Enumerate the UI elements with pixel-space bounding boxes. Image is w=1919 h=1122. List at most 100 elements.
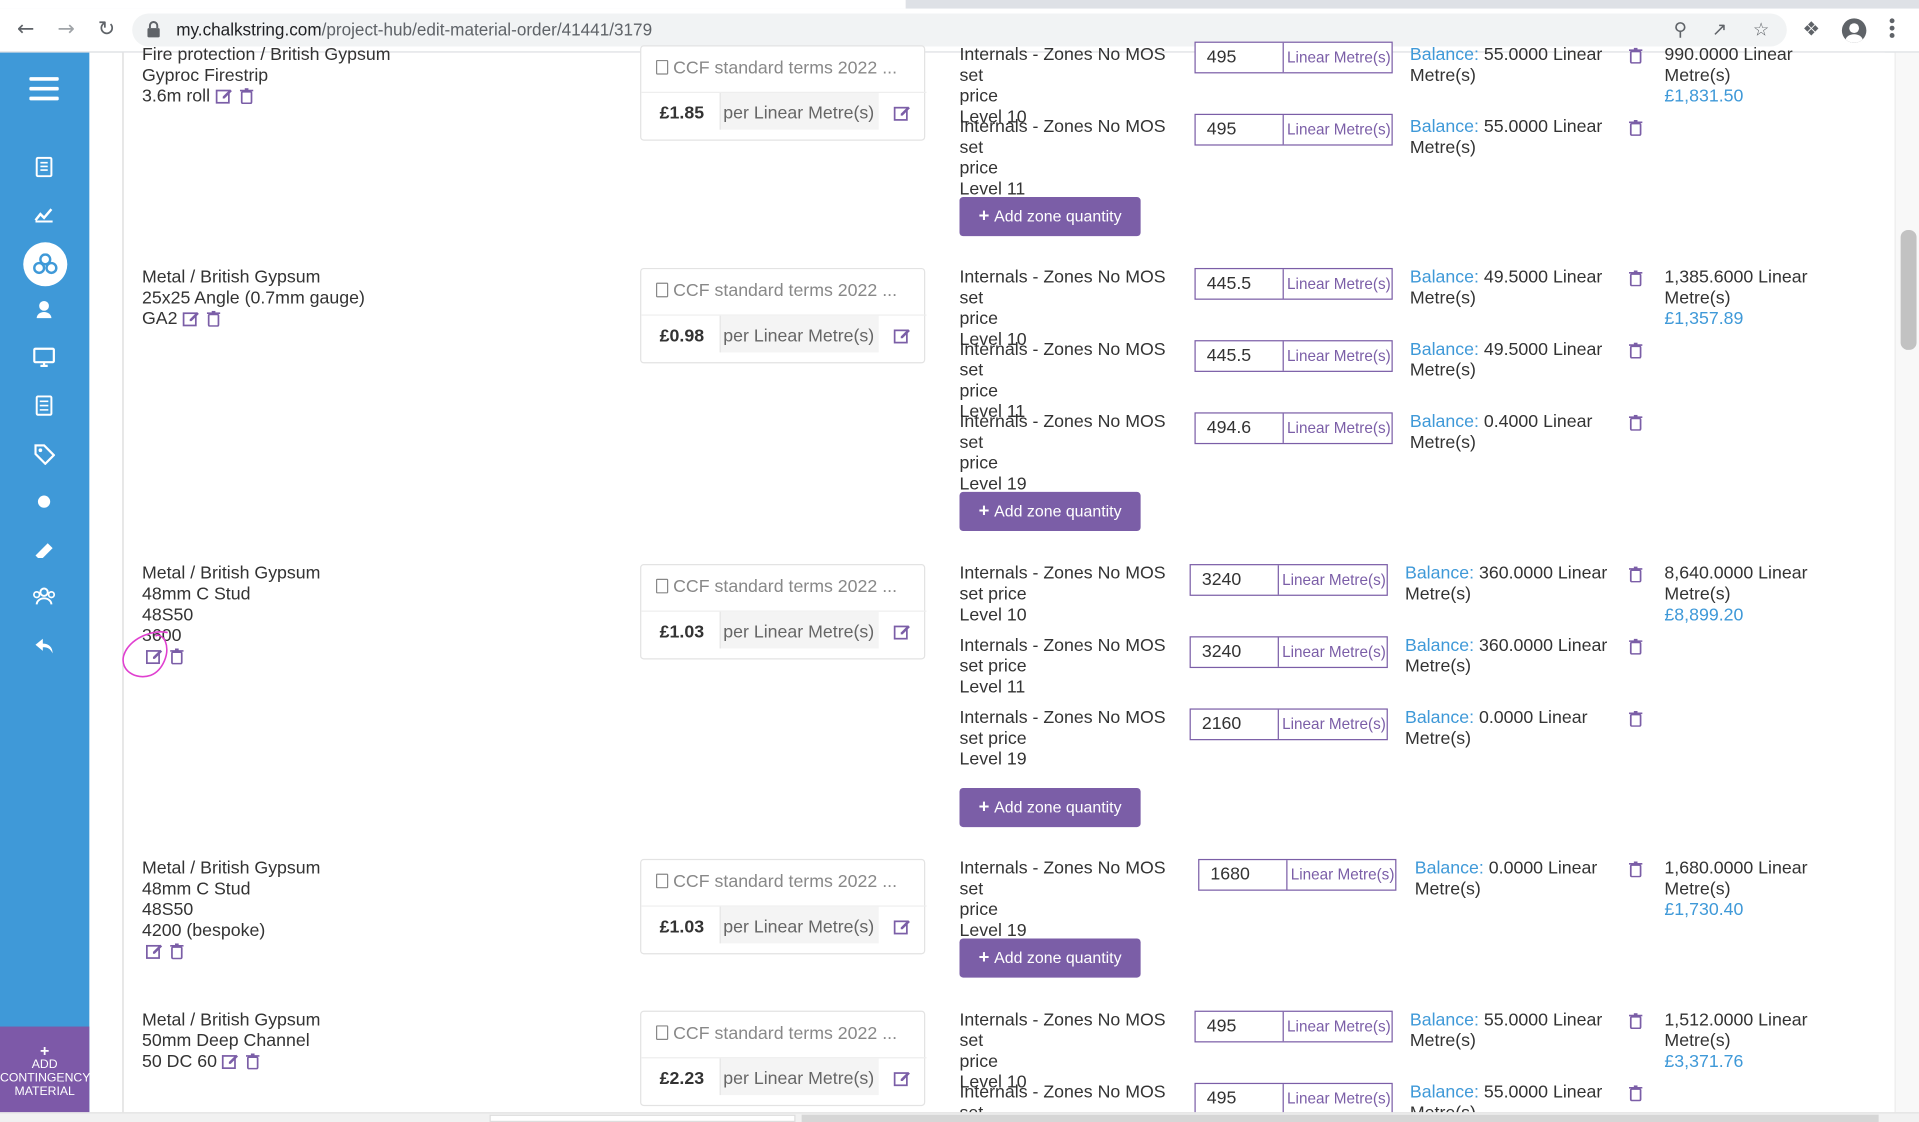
zone-trash-icon[interactable]: [1628, 414, 1643, 431]
zone-trash-icon[interactable]: [1628, 861, 1643, 878]
extensions-puzzle-icon[interactable]: ❖: [1799, 17, 1823, 41]
zone-quantity-input[interactable]: 495 Linear Metre(s): [1194, 113, 1393, 146]
user-icon[interactable]: [32, 300, 56, 324]
zone-name: Internals - Zones No MOS set: [959, 1010, 1166, 1052]
quantity-value[interactable]: 495: [1196, 42, 1284, 73]
zone-level: Level 19: [959, 750, 1027, 770]
edit-icon[interactable]: [215, 87, 232, 104]
address-bar[interactable]: my.chalkstring.com/project-hub/edit-mate…: [132, 13, 1787, 47]
edit-icon[interactable]: [182, 310, 199, 327]
terms-selector[interactable]: CCF standard terms 2022 ...: [655, 59, 913, 78]
tag-icon[interactable]: [32, 444, 56, 468]
zone-quantity-input[interactable]: 2160 Linear Metre(s): [1189, 708, 1388, 741]
terms-selector[interactable]: CCF standard terms 2022 ...: [655, 578, 913, 597]
list-icon[interactable]: [32, 395, 56, 419]
quantity-value[interactable]: 1680: [1199, 860, 1288, 890]
zone-quantity-input[interactable]: 3240 Linear Metre(s): [1189, 636, 1388, 669]
quantity-value[interactable]: 2160: [1191, 709, 1279, 740]
trash-icon[interactable]: [239, 88, 253, 105]
back-arrow-icon[interactable]: ←: [13, 17, 37, 41]
zone-name-cont: set price: [959, 729, 1027, 749]
browser-menu-icon[interactable]: [1888, 17, 1895, 41]
zone-trash-icon[interactable]: [1628, 638, 1643, 655]
profile-avatar-icon[interactable]: [1841, 18, 1867, 43]
vertical-scrollbar[interactable]: [1894, 52, 1919, 1113]
trash-icon[interactable]: [206, 310, 221, 327]
zone-trash-icon[interactable]: [1628, 566, 1643, 583]
total-cost[interactable]: £1,357.89: [1664, 310, 1743, 330]
quantity-value[interactable]: 3240: [1191, 637, 1279, 667]
add-zone-quantity-button[interactable]: + Add zone quantity: [959, 787, 1141, 828]
edit-price-icon[interactable]: [893, 1069, 910, 1087]
total-quantity: 8,640.0000 Linear: [1664, 564, 1808, 584]
zone-name: Internals - Zones No MOS set: [959, 858, 1166, 900]
balance-unit: Metre(s): [1414, 879, 1481, 900]
zone-trash-icon[interactable]: [1628, 342, 1643, 359]
zone-quantity-input[interactable]: 495 Linear Metre(s): [1194, 1010, 1393, 1043]
zone-quantity-input[interactable]: 3240 Linear Metre(s): [1189, 564, 1388, 596]
edit-icon[interactable]: [146, 942, 163, 959]
zone-trash-icon[interactable]: [1628, 270, 1643, 287]
add-zone-label: Add zone quantity: [994, 501, 1122, 521]
total-cost[interactable]: £1,730.40: [1664, 901, 1743, 921]
add-contingency-material-button[interactable]: + ADD CONTINGENCY MATERIAL: [0, 1026, 90, 1122]
zone-trash-icon[interactable]: [1628, 1085, 1643, 1102]
scrollbar-thumb[interactable]: [489, 1114, 796, 1122]
quantity-value[interactable]: 3240: [1191, 565, 1279, 595]
materials-nav-active[interactable]: [23, 242, 68, 287]
add-zone-quantity-button[interactable]: + Add zone quantity: [959, 938, 1141, 978]
horizontal-scrollbar[interactable]: [0, 1112, 1919, 1122]
zone-quantity-input[interactable]: 495 Linear Metre(s): [1194, 41, 1393, 74]
zone-quantity-input[interactable]: 445.5 Linear Metre(s): [1194, 267, 1393, 300]
terms-selector[interactable]: CCF standard terms 2022 ...: [655, 872, 913, 892]
forward-arrow-icon[interactable]: →: [54, 17, 78, 41]
add-zone-quantity-button[interactable]: + Add zone quantity: [959, 491, 1141, 532]
monitor-icon[interactable]: [32, 347, 56, 371]
terms-selector[interactable]: CCF standard terms 2022 ...: [655, 1024, 913, 1044]
quantity-value[interactable]: 495: [1196, 1011, 1284, 1042]
active-tab[interactable]: [0, 0, 906, 9]
zone-quantity-input[interactable]: 494.6 Linear Metre(s): [1194, 412, 1393, 445]
team-icon[interactable]: [32, 587, 56, 611]
zone-quantity-input[interactable]: 445.5 Linear Metre(s): [1194, 340, 1393, 372]
ruler-icon[interactable]: [32, 540, 56, 564]
zoom-icon[interactable]: ⚲: [1669, 18, 1691, 40]
edit-icon[interactable]: [222, 1052, 239, 1070]
price-unit: per Linear Metre(s): [719, 1058, 879, 1096]
trash-icon[interactable]: [170, 943, 184, 960]
total-cost[interactable]: £1,831.50: [1664, 87, 1743, 107]
total-cost[interactable]: £8,899.20: [1664, 606, 1743, 626]
bookmark-star-icon[interactable]: ☆: [1750, 18, 1772, 40]
zone-trash-icon[interactable]: [1628, 710, 1643, 727]
quantity-value[interactable]: 495: [1196, 115, 1284, 145]
back-icon[interactable]: [32, 636, 56, 660]
edit-price-icon[interactable]: [893, 623, 910, 640]
share-icon[interactable]: ↗: [1708, 18, 1730, 40]
menu-icon[interactable]: [29, 77, 59, 101]
reload-icon[interactable]: ↻: [94, 17, 118, 41]
zone-trash-icon[interactable]: [1628, 1013, 1643, 1030]
quantity-value[interactable]: 494.6: [1196, 413, 1284, 443]
balance-label: Balance:: [1409, 340, 1479, 360]
terms-selector[interactable]: CCF standard terms 2022 ...: [655, 281, 913, 301]
edit-price-icon[interactable]: [893, 104, 910, 121]
edit-price-icon[interactable]: [893, 918, 910, 935]
balance-label: Balance:: [1414, 858, 1484, 879]
chart-icon[interactable]: [32, 204, 56, 228]
material-details: Metal / British Gypsum 48mm C Stud 48S50…: [142, 859, 607, 963]
document-icon[interactable]: [32, 156, 56, 181]
quantity-value[interactable]: 445.5: [1196, 341, 1284, 371]
zone-quantity-input[interactable]: 1680 Linear Metre(s): [1198, 858, 1397, 891]
trash-icon[interactable]: [246, 1053, 260, 1070]
edit-price-icon[interactable]: [893, 327, 910, 344]
total-cost[interactable]: £3,371.76: [1664, 1052, 1743, 1072]
zone-trash-icon[interactable]: [1628, 119, 1643, 136]
material-code: GA2: [141, 309, 178, 330]
dot-icon[interactable]: [32, 491, 56, 515]
scrollbar-thumb[interactable]: [1900, 230, 1917, 350]
quantity-value[interactable]: 445.5: [1196, 269, 1284, 299]
zone-trash-icon[interactable]: [1628, 47, 1643, 64]
zone-quantity-input[interactable]: 495 Linear Metre(s): [1194, 1082, 1393, 1115]
add-zone-quantity-button[interactable]: + Add zone quantity: [959, 196, 1141, 237]
quantity-value[interactable]: 495: [1196, 1084, 1284, 1114]
